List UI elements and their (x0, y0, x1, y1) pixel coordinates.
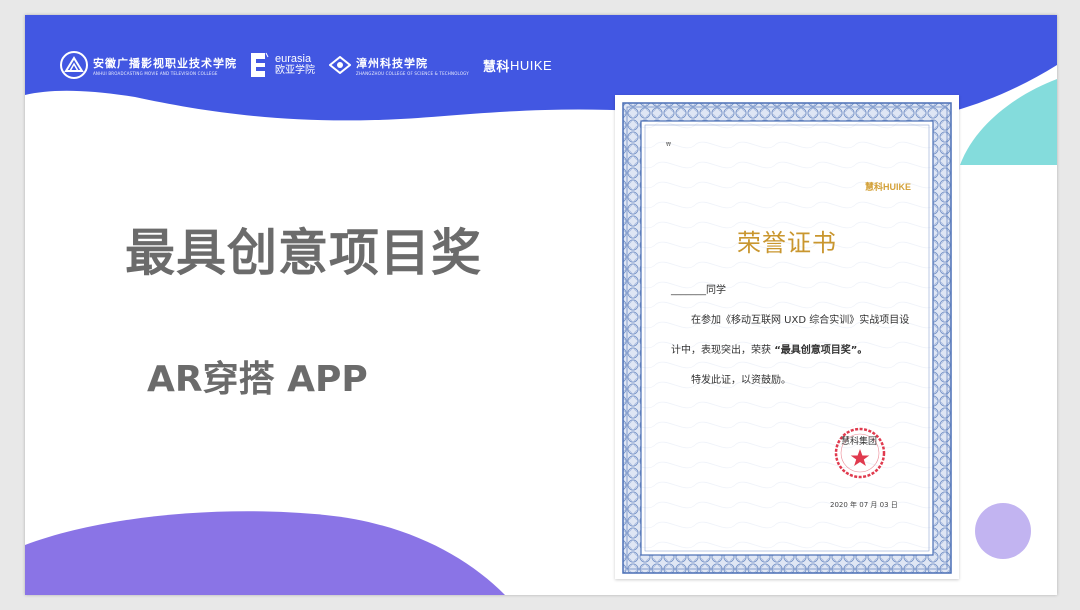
certificate: ₩ 慧科HUIKE 荣誉证书 _______同学 在参加《移动互联网 UXD 综… (615, 95, 959, 579)
zhangzhou-emblem-icon (329, 56, 351, 74)
certificate-date: 2020 年 07 月 03 日 (830, 501, 898, 509)
lavender-circle (975, 503, 1031, 559)
zhangzhou-logo: 漳州科技学院 ZHANGZHOU COLLEGE OF SCIENCE & TE… (329, 55, 469, 76)
huike-name-cn: 慧科 (482, 58, 510, 74)
certificate-body-line1: 在参加《移动互联网 UXD 综合实训》实战项目设 (691, 315, 910, 326)
award-title: 最具创意项目奖 (125, 224, 482, 282)
college-emblem-icon (60, 51, 88, 79)
bottom-purple-wave (25, 511, 505, 595)
college-name: 安徽广播影视职业技术学院 (93, 56, 237, 70)
certificate-closing: 特发此证，以资鼓励。 (691, 375, 791, 386)
huike-logo: 慧科 HUIKE (483, 56, 552, 75)
certificate-body-line2-prefix: 计中，表现突出，荣获 (671, 345, 771, 356)
zhangzhou-name-en: ZHANGZHOU COLLEGE OF SCIENCE & TECHNOLOG… (356, 70, 469, 76)
eurasia-name-en: eurasia (275, 52, 312, 65)
certificate-title: 荣誉证书 (737, 229, 837, 257)
certificate-body-line2: 计中，表现突出，荣获 “最具创意项目奖”。 (671, 341, 931, 361)
eurasia-name-cn: 欧亚学院 (275, 64, 315, 76)
slide: 安徽广播影视职业技术学院 ANHUI BROADCASTING MOVIE AN… (25, 15, 1057, 595)
huike-name-en: HUIKE (509, 57, 553, 73)
college-name-en: ANHUI BROADCASTING MOVIE AND TELEVISION … (93, 70, 218, 76)
college-logo: 安徽广播影视职业技术学院 ANHUI BROADCASTING MOVIE AN… (59, 50, 237, 80)
award-name-quoted: “最具创意项目奖”。 (774, 345, 868, 356)
project-name: AR穿搭 APP (147, 359, 368, 400)
certificate-brand: 慧科HUIKE (864, 182, 911, 192)
seal-label: 慧科集团 (841, 437, 878, 447)
eurasia-logo: eurasia 欧亚学院 (251, 52, 315, 78)
certificate-body: _______同学 在参加《移动互联网 UXD 综合实训》实战项目设 计中，表现… (671, 281, 931, 401)
certificate-corner-mark: ₩ (666, 142, 671, 148)
partner-logos: 安徽广播影视职业技术学院 ANHUI BROADCASTING MOVIE AN… (59, 50, 566, 80)
zhangzhou-name: 漳州科技学院 (356, 56, 428, 70)
recipient-line: _______同学 (671, 285, 726, 296)
eurasia-e-icon (251, 52, 269, 77)
